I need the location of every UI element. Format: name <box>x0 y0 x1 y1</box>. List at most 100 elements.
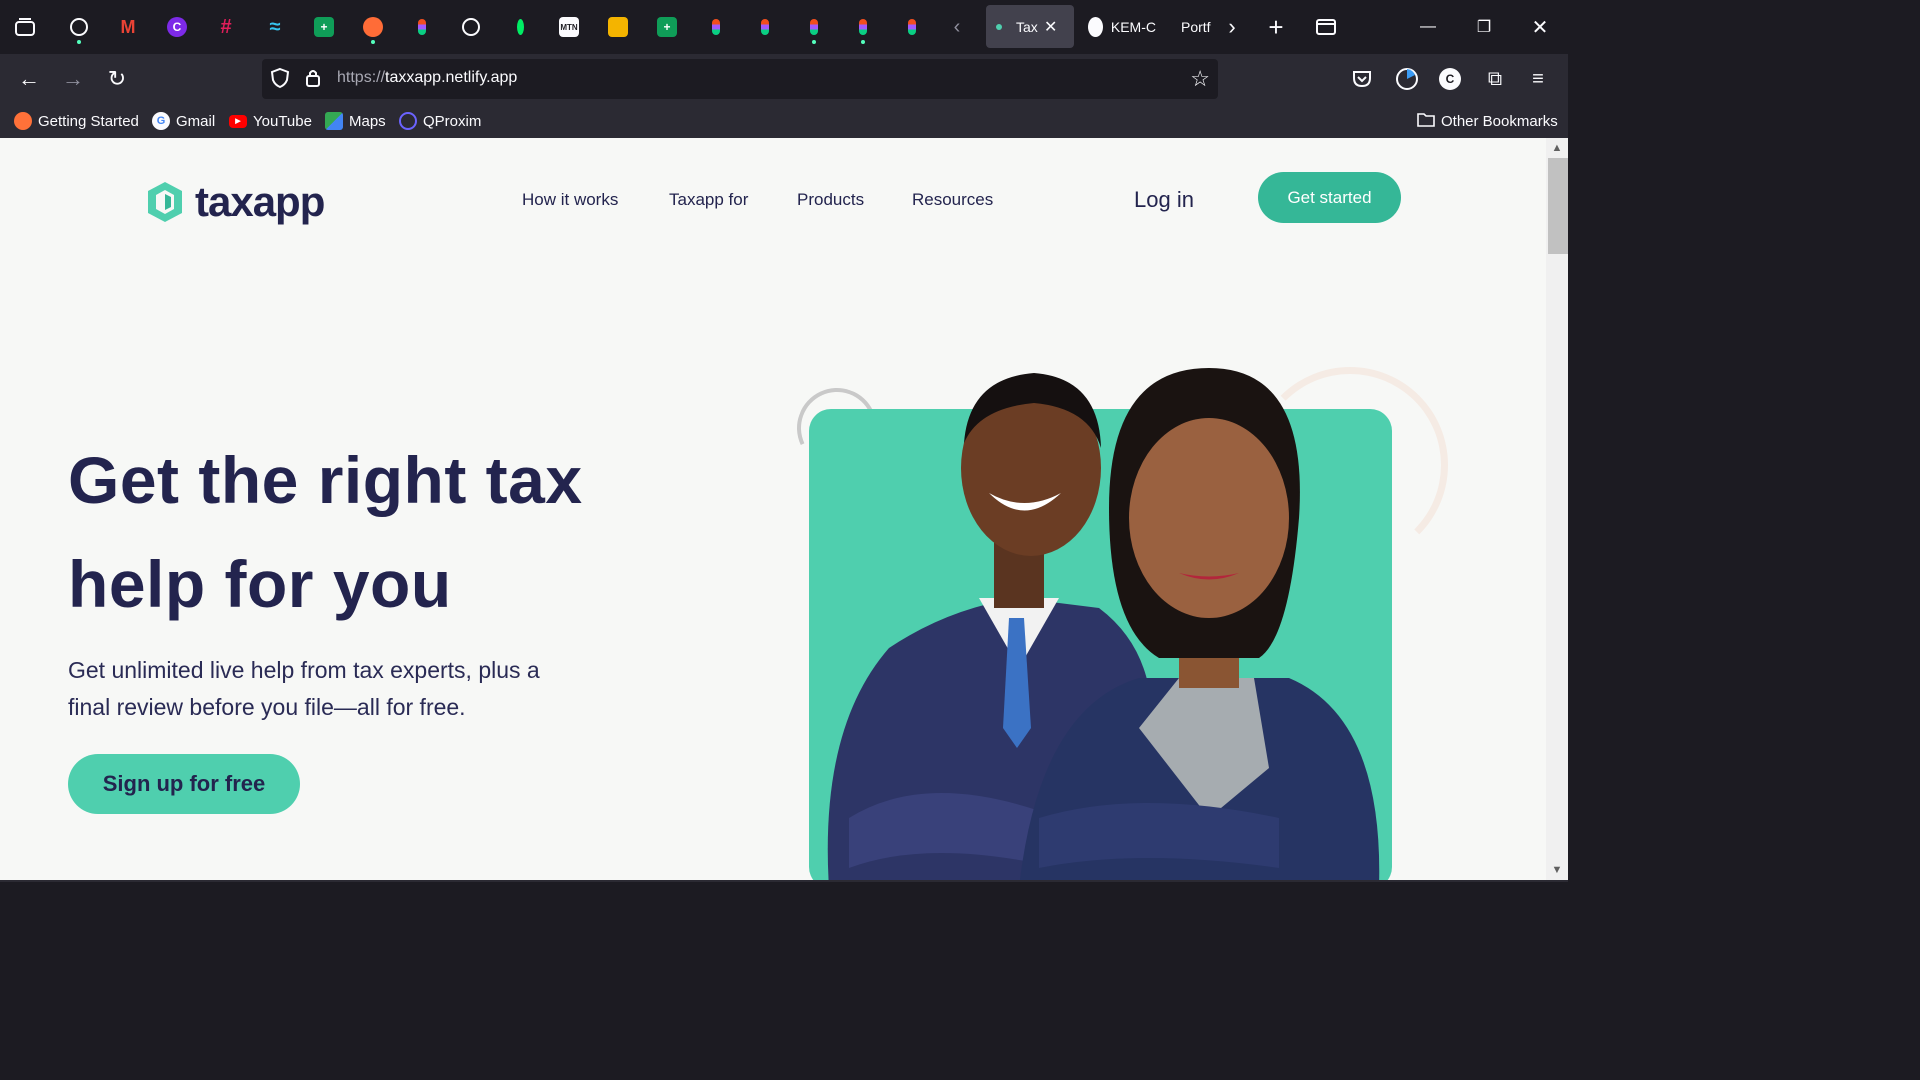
figma-icon <box>908 19 916 35</box>
other-bookmarks-label: Other Bookmarks <box>1441 112 1558 130</box>
sheets-plus-icon: + <box>314 17 334 37</box>
bookmark-label: Getting Started <box>38 112 139 130</box>
bookmark-qproxim[interactable]: QProxim <box>399 104 481 138</box>
lock-icon[interactable] <box>305 68 321 93</box>
account-avatar-icon[interactable]: C <box>1433 62 1467 96</box>
youtube-icon: ▶ <box>229 114 247 128</box>
bookmark-star-icon[interactable]: ☆ <box>1190 66 1210 92</box>
pinned-tab-chatgpt[interactable] <box>61 9 97 45</box>
pinned-tab-slack[interactable]: # <box>208 9 244 45</box>
pinned-tab-wave[interactable]: ≈ <box>257 9 293 45</box>
canva-icon: C <box>167 17 187 37</box>
bookmark-getting-started[interactable]: Getting Started <box>14 104 139 138</box>
minimize-window-icon[interactable]: — <box>1400 0 1456 54</box>
maps-icon <box>325 112 343 130</box>
scrollbar-thumb[interactable] <box>1548 158 1568 254</box>
sign-up-button[interactable]: Sign up for free <box>68 754 300 814</box>
hero-title: Get the right tax help for you <box>68 428 668 636</box>
nav-products[interactable]: Products <box>797 190 864 210</box>
chatgpt-icon <box>70 18 88 36</box>
taxapp-favicon-icon <box>996 23 1002 30</box>
pinned-tab-canva[interactable]: C <box>159 9 195 45</box>
login-link[interactable]: Log in <box>1134 187 1194 213</box>
bookmark-gmail[interactable]: G Gmail <box>152 104 215 138</box>
pinned-tab-figma-1[interactable] <box>404 9 440 45</box>
nav-how-it-works[interactable]: How it works <box>522 190 618 210</box>
folder-icon <box>1417 112 1435 131</box>
address-bar[interactable]: https://taxxapp.netlify.app ☆ <box>262 59 1218 99</box>
scroll-down-arrow-icon[interactable]: ▼ <box>1550 862 1564 878</box>
figma-icon <box>761 19 769 35</box>
pinned-tab-slides[interactable] <box>600 9 636 45</box>
close-tab-icon[interactable]: ✕ <box>1044 17 1057 37</box>
new-tab-plus-icon[interactable]: + <box>1262 9 1290 45</box>
taxapp-hexagon-logo-icon <box>148 182 182 222</box>
globe-icon <box>462 18 480 36</box>
pinned-tab-mtn[interactable]: MTN <box>551 9 587 45</box>
scroll-up-arrow-icon[interactable]: ▲ <box>1550 140 1564 156</box>
pocket-icon[interactable] <box>1345 62 1379 96</box>
get-started-button[interactable]: Get started <box>1258 172 1401 223</box>
tab-github[interactable]: KEM-C <box>1088 5 1156 48</box>
hamburger-menu-icon[interactable]: ≡ <box>1521 62 1555 96</box>
bookmark-label: QProxim <box>423 112 482 130</box>
hero-title-line-1: Get the right tax <box>68 443 583 517</box>
qproxim-icon <box>399 112 417 130</box>
scroll-tabs-left-icon[interactable]: ‹ <box>945 9 969 45</box>
tab-taxapp-active[interactable]: Tax ✕ <box>986 5 1074 48</box>
pinned-tab-postman[interactable] <box>355 9 391 45</box>
url-text[interactable]: https://taxxapp.netlify.app <box>337 69 517 87</box>
github-icon <box>1088 16 1103 37</box>
slack-icon: # <box>220 15 232 38</box>
bookmark-maps[interactable]: Maps <box>325 104 386 138</box>
other-bookmarks[interactable]: Other Bookmarks <box>1417 104 1558 138</box>
firefox-icon <box>14 112 32 130</box>
tab-overview-icon[interactable] <box>8 9 42 45</box>
tab-portfolio[interactable]: Portf <box>1181 5 1213 48</box>
postman-icon <box>363 17 383 37</box>
pinned-tab-sheets[interactable]: + <box>306 9 342 45</box>
logo-text: taxapp <box>195 178 325 225</box>
pinned-tab-gmail[interactable]: M <box>110 9 146 45</box>
pinned-tab-figma-6[interactable] <box>894 9 930 45</box>
close-window-icon[interactable]: ✕ <box>1512 0 1568 54</box>
pinned-tab-sheets-2[interactable]: + <box>649 9 685 45</box>
pinned-tab-figma-3[interactable] <box>747 9 783 45</box>
hero-people-image <box>827 368 1380 880</box>
navigation-toolbar: ← → ↻ https://taxxapp.netlify.app ☆ C ⧉ … <box>0 54 1568 104</box>
restore-window-icon[interactable]: ❐ <box>1456 0 1512 54</box>
pinned-tab-figma-2[interactable] <box>698 9 734 45</box>
figma-icon <box>859 19 867 35</box>
bookmark-label: Gmail <box>176 112 216 130</box>
slides-icon <box>608 17 628 37</box>
tab-title: Portf <box>1181 18 1211 35</box>
gmail-icon: M <box>120 16 136 37</box>
pinned-tab-globe[interactable] <box>453 9 489 45</box>
pinned-tab-figma-4[interactable] <box>796 9 832 45</box>
sheets-plus-icon: + <box>657 17 677 37</box>
nav-taxapp-for[interactable]: Taxapp for <box>669 190 748 210</box>
tracking-shield-icon[interactable] <box>270 67 290 94</box>
back-arrow-icon[interactable]: ← <box>12 62 46 96</box>
pinned-tab-mongodb[interactable] <box>502 9 538 45</box>
pinned-tab-figma-5[interactable] <box>845 9 881 45</box>
hero-title-line-2: help for you <box>68 547 452 621</box>
figma-icon <box>810 19 818 35</box>
google-icon: G <box>152 112 170 130</box>
bookmark-youtube[interactable]: ▶ YouTube <box>229 104 312 138</box>
taxapp-logo[interactable]: taxapp <box>145 178 325 226</box>
hero-subtitle: Get unlimited live help from tax experts… <box>68 657 540 720</box>
forward-arrow-icon[interactable]: → <box>56 62 90 96</box>
nav-resources[interactable]: Resources <box>912 190 993 210</box>
list-all-tabs-icon[interactable] <box>1312 9 1340 45</box>
tab-strip: M C # ≈ + MTN + ‹ Tax ✕ KEM-C Portf › + … <box>0 0 1568 54</box>
bookmark-label: YouTube <box>253 112 312 130</box>
reload-icon[interactable]: ↻ <box>100 62 134 96</box>
figma-icon <box>712 19 720 35</box>
mongodb-leaf-icon <box>516 19 524 35</box>
figma-icon <box>418 19 426 35</box>
scroll-tabs-right-icon[interactable]: › <box>1220 9 1244 45</box>
extension-timer-icon[interactable] <box>1390 62 1424 96</box>
bookmark-label: Maps <box>349 112 386 130</box>
extensions-puzzle-icon[interactable]: ⧉ <box>1478 62 1512 96</box>
